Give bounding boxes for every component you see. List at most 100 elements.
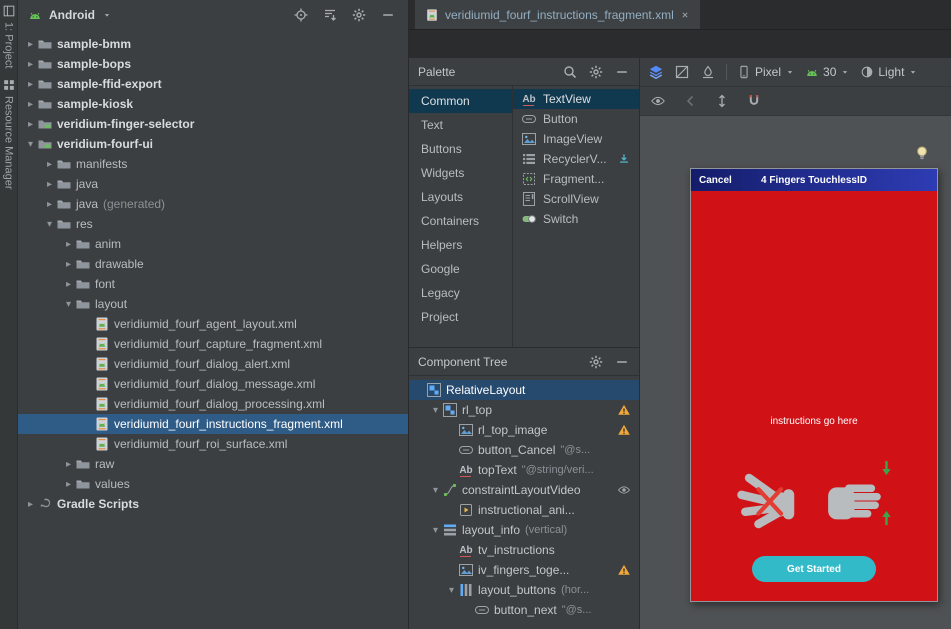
palette-category-containers[interactable]: Containers [409,209,512,233]
design-mode-icon[interactable] [648,64,664,80]
palette-category-buttons[interactable]: Buttons [409,137,512,161]
project-tree-item[interactable]: ▸sample-bmm [18,34,408,54]
palette-component[interactable]: Fragment... [513,169,639,189]
palette-component[interactable]: ScrollView [513,189,639,209]
project-tree-item[interactable]: ▸java(generated) [18,194,408,214]
project-tree-item[interactable]: ▸anim [18,234,408,254]
palette-component[interactable]: AbTextView [513,89,639,109]
project-tree-item[interactable]: veridiumid_fourf_dialog_processing.xml [18,394,408,414]
chevron-down-icon[interactable]: ▾ [429,405,442,416]
component-tree-item[interactable]: ▾constraintLayoutVideo [409,480,639,500]
palette-components[interactable]: AbTextViewButtonImageViewRecyclerV...Fra… [513,86,639,347]
chevron-down-icon[interactable]: ▾ [62,299,75,310]
project-tree-item[interactable]: ▾veridium-fourf-ui [18,134,408,154]
project-tree-item[interactable]: ▸manifests [18,154,408,174]
component-tree-item[interactable]: RelativeLayout [409,380,639,400]
chevron-right-icon[interactable]: ▸ [62,259,75,270]
gear-icon[interactable] [588,64,604,80]
chevron-right-icon[interactable]: ▸ [24,99,37,110]
phone-body[interactable]: instructions go here [691,191,937,601]
project-tree-item[interactable]: veridiumid_fourf_roi_surface.xml [18,434,408,454]
palette-category-layouts[interactable]: Layouts [409,185,512,209]
design-canvas[interactable]: Cancel 4 Fingers TouchlessID instruction… [640,116,951,629]
component-tree-item[interactable]: Abtv_instructions [409,540,639,560]
project-tree-item[interactable]: ▾layout [18,294,408,314]
component-tree-item[interactable]: instructional_ani... [409,500,639,520]
minimize-icon[interactable] [614,354,630,370]
project-tree-item[interactable]: veridiumid_fourf_dialog_message.xml [18,374,408,394]
orientation-icon[interactable] [714,93,730,109]
minimize-icon[interactable] [614,64,630,80]
component-tree-item[interactable]: ▾layout_buttons(hor... [409,580,639,600]
project-tree-item[interactable]: ▸Gradle Scripts [18,494,408,514]
project-tree-item[interactable]: ▸sample-kiosk [18,94,408,114]
palette-component[interactable]: Switch [513,209,639,229]
blueprint-toggle-icon[interactable] [674,64,690,80]
chevron-right-icon[interactable]: ▸ [24,499,37,510]
chevron-down-icon[interactable] [102,10,112,20]
project-tree-item[interactable]: ▸sample-ffid-export [18,74,408,94]
search-icon[interactable] [562,64,578,80]
chevron-down-icon[interactable]: ▾ [445,585,458,596]
eye-icon[interactable] [617,483,631,497]
tool-window-resource-manager[interactable]: Resource Manager [2,78,16,190]
chevron-right-icon[interactable]: ▸ [24,119,37,130]
chevron-down-icon[interactable]: ▾ [24,139,37,150]
chevron-right-icon[interactable]: ▸ [62,279,75,290]
project-tree-item[interactable]: veridiumid_fourf_instructions_fragment.x… [18,414,408,434]
project-tree-item[interactable]: ▸values [18,474,408,494]
palette-category-legacy[interactable]: Legacy [409,281,512,305]
color-mode-icon[interactable] [700,64,716,80]
chevron-right-icon[interactable]: ▸ [43,159,56,170]
palette-category-common[interactable]: Common [409,89,512,113]
chevron-right-icon[interactable]: ▸ [62,479,75,490]
chevron-down-icon[interactable]: ▾ [429,525,442,536]
download-icon[interactable] [617,152,631,166]
close-tab-icon[interactable] [680,10,690,20]
preview-cancel-button[interactable]: Cancel [699,175,732,186]
palette-category-helpers[interactable]: Helpers [409,233,512,257]
preview-instructions-text[interactable]: instructions go here [691,416,937,427]
palette-category-google[interactable]: Google [409,257,512,281]
get-started-button[interactable]: Get Started [752,556,876,582]
chevron-right-icon[interactable]: ▸ [62,239,75,250]
chevron-right-icon[interactable]: ▸ [24,59,37,70]
chevron-down-icon[interactable]: ▾ [43,219,56,230]
tool-window-project[interactable]: 1: Project [2,4,16,68]
theme-selector[interactable]: Light [860,65,918,79]
chevron-right-icon[interactable]: ▸ [43,199,56,210]
chevron-down-icon[interactable]: ▾ [429,485,442,496]
project-tree[interactable]: ▸sample-bmm▸sample-bops▸sample-ffid-expo… [18,30,408,629]
chevron-right-icon[interactable]: ▸ [24,39,37,50]
collapse-all-icon[interactable] [322,7,338,23]
project-view-selector[interactable]: Android [49,8,95,22]
chevron-right-icon[interactable]: ▸ [24,79,37,90]
palette-category-text[interactable]: Text [409,113,512,137]
locate-file-icon[interactable] [293,7,309,23]
project-tree-item[interactable]: ▸java [18,174,408,194]
component-tree-item[interactable]: ▾rl_top [409,400,639,420]
chevron-right-icon[interactable]: ▸ [43,179,56,190]
project-tree-item[interactable]: ▸raw [18,454,408,474]
palette-component[interactable]: ImageView [513,129,639,149]
palette-category-widgets[interactable]: Widgets [409,161,512,185]
palette-component[interactable]: RecyclerV... [513,149,639,169]
api-selector[interactable]: 30 [805,65,850,79]
component-tree-list[interactable]: RelativeLayout▾rl_toprl_top_imagebutton_… [409,376,639,629]
device-selector[interactable]: Pixel [737,65,795,79]
palette-component[interactable]: Button [513,109,639,129]
component-tree-item[interactable]: rl_top_image [409,420,639,440]
project-tree-item[interactable]: veridiumid_fourf_capture_fragment.xml [18,334,408,354]
component-tree-item[interactable]: button_next"@s... [409,600,639,620]
chevron-right-icon[interactable]: ▸ [62,459,75,470]
palette-category-project[interactable]: Project [409,305,512,329]
component-tree-item[interactable]: button_Cancel"@s... [409,440,639,460]
magnet-icon[interactable] [746,93,762,109]
back-arrow-icon[interactable] [682,93,698,109]
preview-title[interactable]: 4 Fingers TouchlessID [761,175,867,186]
component-tree-item[interactable]: iv_fingers_toge... [409,560,639,580]
hide-panel-icon[interactable] [380,7,396,23]
project-tree-item[interactable]: veridiumid_fourf_dialog_alert.xml [18,354,408,374]
project-tree-item[interactable]: ▸font [18,274,408,294]
component-tree-item[interactable]: AbtopText"@string/veri... [409,460,639,480]
